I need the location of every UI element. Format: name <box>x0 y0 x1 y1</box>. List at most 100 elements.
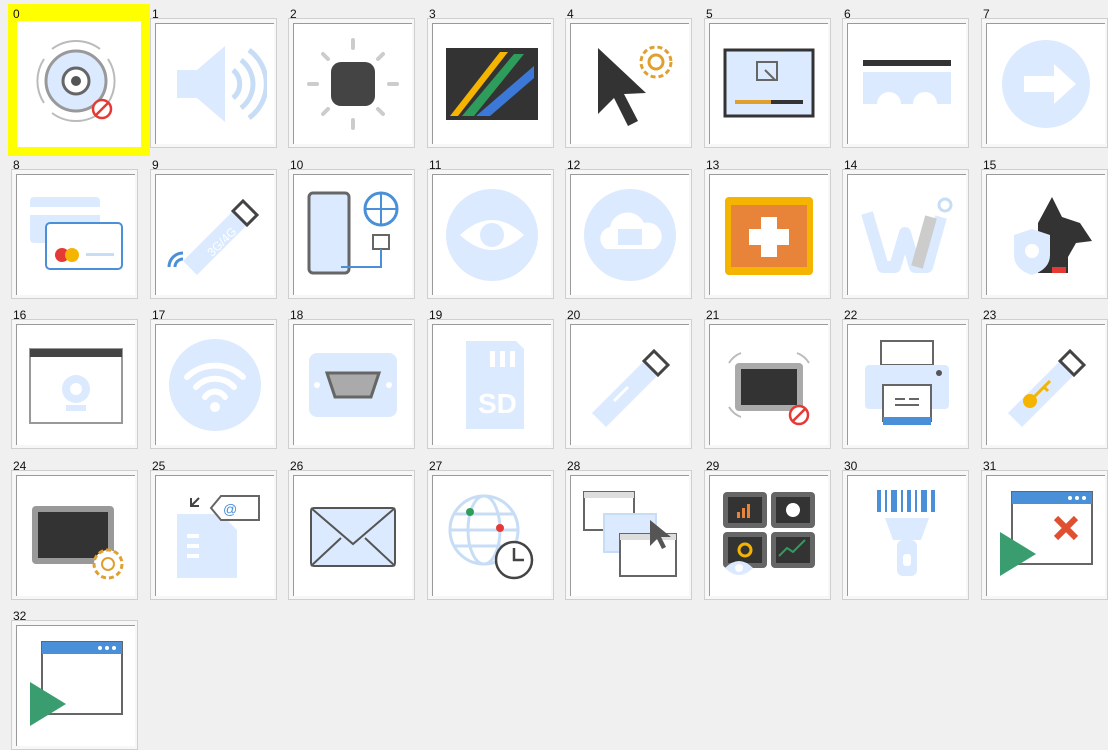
icon-tile[interactable]: 32 <box>7 605 138 750</box>
tile-image <box>293 475 412 596</box>
icon-tile[interactable]: 0 <box>7 3 150 156</box>
first-aid-icon <box>725 197 813 275</box>
icon-tile[interactable]: 7 <box>977 3 1108 148</box>
icon-tile[interactable]: 1 <box>146 3 277 148</box>
tile-index-label: 27 <box>429 459 443 473</box>
icon-tile[interactable]: 9 3G/4G <box>146 154 277 299</box>
tile-index-label: 17 <box>152 308 166 322</box>
icon-tile[interactable]: 12 <box>561 154 692 299</box>
tile-index-label: 23 <box>983 308 997 322</box>
wifi-icon <box>169 339 261 431</box>
tile-index-label: 15 <box>983 158 997 172</box>
icon-tile[interactable]: 26 <box>284 455 415 600</box>
browser-webcam-icon <box>29 348 123 424</box>
tile-index-label: 9 <box>152 158 159 172</box>
icon-tile[interactable]: 17 <box>146 304 277 449</box>
tile-image: @ <box>155 475 274 596</box>
tile-image <box>847 23 966 144</box>
icon-tile[interactable]: 8 <box>7 154 138 299</box>
icon-tile[interactable]: 30 <box>838 455 969 600</box>
tile-image: 3G/4G <box>155 174 274 295</box>
tile-image <box>847 324 966 445</box>
tile-image <box>16 324 135 445</box>
tile-image <box>986 23 1105 144</box>
tile-image <box>16 475 135 596</box>
usb-modem-icon: 3G/4G <box>167 198 260 275</box>
tile-image <box>155 23 274 144</box>
icon-tile[interactable]: 19 SD <box>423 304 554 449</box>
tile-image <box>847 174 966 295</box>
tile-image <box>709 475 828 596</box>
icon-tile[interactable]: 18 <box>284 304 415 449</box>
cloud-screen-icon <box>584 189 676 281</box>
usb-key-icon <box>1008 348 1087 427</box>
tile-index-label: 1 <box>152 7 159 21</box>
icon-tile[interactable]: 24 <box>7 455 138 600</box>
phone-internet-icon <box>307 191 399 275</box>
tile-index-label: 4 <box>567 7 574 21</box>
icon-tile[interactable]: 2 <box>284 3 415 148</box>
tile-index-label: 14 <box>844 158 858 172</box>
icon-tile[interactable]: 5 <box>700 3 831 148</box>
tile-image <box>709 324 828 445</box>
tile-image <box>293 23 412 144</box>
tile-index-label: 13 <box>706 158 720 172</box>
icon-tile[interactable]: 21 <box>700 304 831 449</box>
tile-image <box>709 174 828 295</box>
tablet-blocked-icon <box>728 352 810 426</box>
tile-index-label: 0 <box>13 7 20 21</box>
transfer-icon <box>1002 40 1090 128</box>
icon-tile[interactable]: 11 <box>423 154 554 299</box>
tile-index-label: 10 <box>290 158 304 172</box>
tile-image: SD <box>432 324 551 445</box>
watchdog-icon <box>1014 197 1092 275</box>
brightness-icon <box>307 38 399 130</box>
tile-index-label: 21 <box>706 308 720 322</box>
icon-tile[interactable]: 27 <box>423 455 554 600</box>
icon-tile[interactable]: 14 <box>838 154 969 299</box>
tile-image <box>570 23 689 144</box>
sim-email-icon: @ <box>177 495 260 578</box>
icon-tile[interactable]: 23 <box>977 304 1108 449</box>
icon-tile[interactable]: 29 <box>700 455 831 600</box>
icon-tile[interactable]: 10 <box>284 154 415 299</box>
launch-app-icon <box>30 641 123 726</box>
icon-tile[interactable]: 31 <box>977 455 1108 600</box>
globe-clock-icon <box>448 494 534 580</box>
tile-index-label: 29 <box>706 459 720 473</box>
icon-grid: 0 1 2 3 4 5 6 7 8 9 3G/4G 10 11 12 13 14 15 16 17 18 19 SD 20 2… <box>0 0 1108 750</box>
mouse-settings-icon <box>598 45 673 126</box>
icon-tile[interactable]: 13 <box>700 154 831 299</box>
tile-index-label: 3 <box>429 7 436 21</box>
icon-tile[interactable]: 25 @ <box>146 455 277 600</box>
screen-capture-icon <box>723 48 815 118</box>
barcode-scanner-icon <box>877 490 935 576</box>
tile-image <box>432 23 551 144</box>
icon-tile[interactable]: 20 <box>561 304 692 449</box>
tile-image <box>570 475 689 596</box>
serial-port-icon <box>309 353 397 417</box>
tile-image <box>570 174 689 295</box>
dashboard-monitor-icon <box>723 492 815 575</box>
tile-image <box>847 475 966 596</box>
tile-index-label: 31 <box>983 459 997 473</box>
tablet-settings-icon <box>32 506 124 580</box>
icon-tile[interactable]: 3 <box>423 3 554 148</box>
wallpaper-icon <box>446 48 538 120</box>
icon-tile[interactable]: 15 <box>977 154 1108 299</box>
tile-image <box>293 324 412 445</box>
printer-icon <box>865 340 949 425</box>
tile-index-label: 28 <box>567 459 581 473</box>
icon-tile[interactable]: 16 <box>7 304 138 449</box>
tile-image <box>432 475 551 596</box>
icon-tile[interactable]: 6 <box>838 3 969 148</box>
icon-tile[interactable]: 4 <box>561 3 692 148</box>
tile-index-label: 25 <box>152 459 166 473</box>
speaker-icon <box>177 46 267 122</box>
icon-tile[interactable]: 22 <box>838 304 969 449</box>
tile-index-label: 19 <box>429 308 443 322</box>
tile-image <box>293 174 412 295</box>
icon-tile[interactable]: 28 <box>561 455 692 600</box>
tile-index-label: 8 <box>13 158 20 172</box>
tile-image <box>986 324 1105 445</box>
